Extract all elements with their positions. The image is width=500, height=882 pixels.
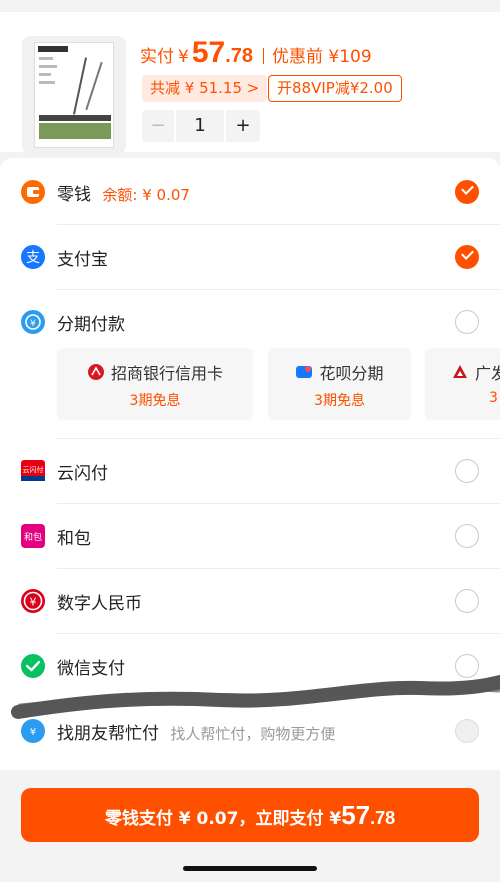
radio-checked[interactable] <box>455 245 479 269</box>
currency-symbol: ¥ <box>178 47 189 67</box>
radio-unchecked[interactable] <box>455 654 479 678</box>
installment-plans: 招商银行信用卡 3期免息 花呗分期 3期免息 广发 3 <box>57 348 500 420</box>
product-image <box>34 42 114 148</box>
svg-text:¥: ¥ <box>30 319 36 329</box>
quantity-value[interactable]: 1 <box>176 110 224 142</box>
trekking-pole-graphic <box>85 61 103 111</box>
original-price: 优惠前 ¥109 <box>272 47 372 67</box>
payment-option-label: 找朋友帮忙付 找人帮忙付，购物更方便 <box>57 723 336 744</box>
discount-detail-tag[interactable]: 共减 ¥ 51.15 > <box>142 75 268 102</box>
huabei-icon <box>296 366 313 378</box>
top-strip <box>0 0 500 12</box>
spec-line <box>39 73 51 76</box>
svg-text:¥: ¥ <box>30 727 36 738</box>
installment-plan-cmb[interactable]: 招商银行信用卡 3期免息 <box>57 348 253 420</box>
payment-option-installment[interactable]: ¥ 分期付款 <box>0 290 500 354</box>
radio-unchecked[interactable] <box>455 589 479 613</box>
wallet-icon <box>21 180 45 204</box>
cgb-icon <box>453 365 467 378</box>
alipay-icon: 支 <box>21 245 45 269</box>
spec-line <box>39 65 57 68</box>
price-decimal: .78 <box>225 45 254 67</box>
image-banner <box>39 115 111 121</box>
vip-discount-tag[interactable]: 开88VIP减¥2.00 <box>268 75 402 102</box>
brand-logo <box>38 46 68 52</box>
payment-option-wechat[interactable]: 微信支付 <box>0 634 500 698</box>
payment-option-label: 支付宝 <box>57 249 108 270</box>
svg-text:云闪付: 云闪付 <box>23 465 44 474</box>
payment-methods-panel: 零钱 余额: ¥ 0.07 支 支付宝 ¥ 分期付款 招商银行信用卡 3期免息 <box>0 158 500 770</box>
trekking-pole-graphic <box>72 57 88 115</box>
installment-plan-terms: 3期免息 <box>129 393 181 409</box>
balance-amount: 余额: ¥ 0.07 <box>102 185 190 204</box>
confirm-pay-button[interactable]: 零钱支付 ¥ 0.07，立即支付 ¥ 57 .78 <box>21 788 479 842</box>
price-integer: 57 <box>191 36 226 69</box>
price-label: 实付 <box>140 47 174 67</box>
payment-option-ecny[interactable]: ¥ 数字人民币 <box>0 569 500 633</box>
radio-unchecked[interactable] <box>455 719 479 743</box>
installment-plan-title: 花呗分期 <box>319 364 384 383</box>
payment-option-balance[interactable]: 零钱 余额: ¥ 0.07 <box>0 160 500 224</box>
price-line: 实付 ¥ 57 .78 优惠前 ¥109 <box>140 36 372 76</box>
product-thumbnail[interactable] <box>22 36 126 154</box>
payment-option-hint: 找人帮忙付，购物更方便 <box>170 724 336 743</box>
radio-unchecked[interactable] <box>455 524 479 548</box>
installment-plan-title: 招商银行信用卡 <box>110 364 223 383</box>
pay-amount-integer: 57 <box>341 800 371 830</box>
pay-button-label: 零钱支付 ¥ 0.07，立即支付 ¥ <box>104 809 342 829</box>
cmb-icon <box>87 364 104 380</box>
installment-plan-title: 广发 <box>475 364 500 383</box>
payment-option-alipay[interactable]: 支 支付宝 <box>0 225 500 289</box>
price-separator <box>263 48 265 64</box>
radio-checked[interactable] <box>455 180 479 204</box>
installment-plan-cgb[interactable]: 广发 3 <box>425 348 500 420</box>
home-indicator[interactable] <box>183 866 317 871</box>
payment-option-label: 零钱 余额: ¥ 0.07 <box>57 184 190 205</box>
spec-line <box>39 57 53 60</box>
payment-option-unionpay[interactable]: 云闪付 云闪付 <box>0 439 500 503</box>
payment-option-label: 分期付款 <box>57 314 125 335</box>
quantity-minus-button[interactable]: − <box>142 110 174 142</box>
radio-unchecked[interactable] <box>455 459 479 483</box>
hebao-icon: 和包 <box>21 524 45 548</box>
spec-line <box>39 81 55 84</box>
payment-option-label: 云闪付 <box>57 463 108 484</box>
pay-amount-decimal: .78 <box>370 808 396 828</box>
installment-plan-terms: 3期免息 <box>314 393 365 409</box>
installment-plan-terms: 3 <box>489 390 498 406</box>
payment-option-label: 和包 <box>57 528 91 549</box>
ecny-icon: ¥ <box>21 589 45 613</box>
installment-plan-huabei[interactable]: 花呗分期 3期免息 <box>268 348 411 420</box>
installment-icon: ¥ <box>21 310 45 334</box>
radio-unchecked[interactable] <box>455 310 479 334</box>
payment-option-label: 微信支付 <box>57 658 125 679</box>
image-photos <box>39 123 111 139</box>
quantity-plus-button[interactable]: + <box>226 110 260 142</box>
friend-pay-icon: ¥ <box>21 719 45 743</box>
quantity-stepper: − 1 + <box>142 110 260 142</box>
svg-text:和包: 和包 <box>24 531 42 543</box>
unionpay-icon: 云闪付 <box>21 460 45 481</box>
svg-text:¥: ¥ <box>30 596 37 609</box>
svg-text:支: 支 <box>26 250 40 266</box>
payment-option-label: 数字人民币 <box>57 593 142 614</box>
payment-option-hebao[interactable]: 和包 和包 <box>0 504 500 568</box>
payment-option-friend-pay[interactable]: ¥ 找朋友帮忙付 找人帮忙付，购物更方便 <box>0 699 500 763</box>
wechat-pay-icon <box>21 654 45 678</box>
